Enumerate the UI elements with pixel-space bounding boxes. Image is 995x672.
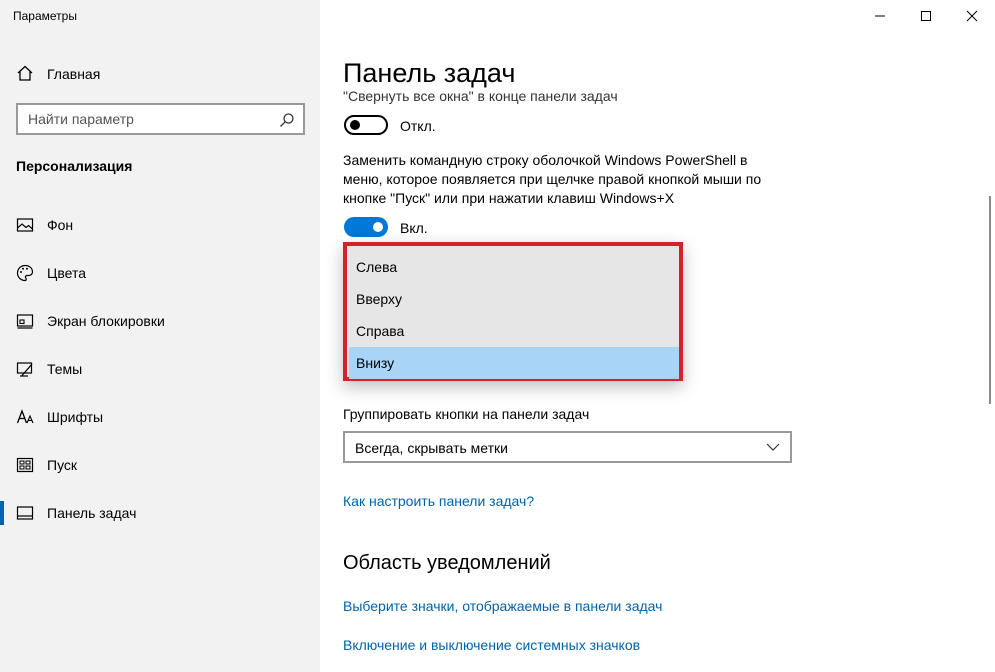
minimize-button[interactable]	[857, 0, 903, 32]
sidebar-item-start[interactable]: Пуск	[0, 445, 320, 485]
dropdown-option-bottom[interactable]: Внизу	[349, 347, 679, 379]
clipped-setting-label: "Свернуть все окна" в конце панели задач	[343, 88, 618, 104]
dropdown-option-left[interactable]: Слева	[347, 251, 679, 283]
lock-screen-icon	[16, 314, 34, 329]
start-icon	[16, 457, 34, 473]
sidebar-item-colors[interactable]: Цвета	[0, 253, 320, 293]
page-title: Панель задач	[343, 58, 516, 88]
toggle-state-label: Вкл.	[400, 220, 428, 236]
sidebar-item-label: Темы	[47, 361, 83, 377]
select-value: Всегда, скрывать метки	[355, 440, 508, 456]
sidebar: Параметры Главная Персонализация Фон Цве…	[0, 0, 320, 672]
group-buttons-label: Группировать кнопки на панели задач	[343, 406, 590, 422]
dropdown-option-top[interactable]: Вверху	[347, 283, 679, 315]
powershell-toggle[interactable]	[344, 217, 388, 237]
section-heading: Персонализация	[16, 158, 133, 174]
maximize-button[interactable]	[903, 0, 949, 32]
sidebar-item-lock-screen[interactable]: Экран блокировки	[0, 301, 320, 341]
search-input[interactable]	[28, 111, 268, 127]
sidebar-item-label: Экран блокировки	[47, 313, 165, 329]
picture-icon	[16, 218, 34, 232]
toggle-knob	[373, 222, 383, 232]
close-button[interactable]	[949, 0, 995, 32]
help-link[interactable]: Как настроить панели задач?	[343, 493, 534, 509]
taskbar-position-dropdown[interactable]: Слева Вверху Справа Внизу	[343, 242, 683, 381]
minimize-all-toggle[interactable]	[344, 115, 388, 135]
minimize-icon	[875, 15, 885, 17]
search-box[interactable]	[16, 103, 305, 135]
palette-icon	[16, 264, 34, 282]
select-icons-link[interactable]: Выберите значки, отображаемые в панели з…	[343, 598, 662, 614]
system-icons-link[interactable]: Включение и выключение системных значков	[343, 637, 640, 653]
sidebar-item-background[interactable]: Фон	[0, 205, 320, 245]
group-buttons-select[interactable]: Всегда, скрывать метки	[343, 431, 792, 463]
themes-icon	[16, 362, 33, 377]
chevron-down-icon	[766, 443, 780, 451]
toggle-knob	[350, 120, 360, 130]
fonts-icon	[16, 409, 34, 424]
sidebar-item-taskbar[interactable]: Панель задач	[0, 493, 320, 533]
search-icon[interactable]	[279, 112, 295, 128]
notifications-heading: Область уведомлений	[343, 552, 551, 574]
app-title: Параметры	[13, 9, 77, 23]
powershell-description: Заменить командную строку оболочкой Wind…	[343, 152, 762, 206]
sidebar-item-themes[interactable]: Темы	[0, 349, 320, 389]
sidebar-item-label: Цвета	[47, 265, 86, 281]
home-icon	[17, 65, 33, 81]
taskbar-icon	[16, 506, 34, 520]
sidebar-item-home[interactable]: Главная	[0, 58, 320, 88]
sidebar-item-label: Шрифты	[47, 409, 104, 425]
maximize-icon	[921, 11, 931, 21]
sidebar-item-label: Пуск	[47, 457, 78, 473]
sidebar-item-label: Фон	[47, 217, 74, 233]
close-icon	[966, 10, 978, 22]
sidebar-item-label: Панель задач	[47, 505, 137, 521]
dropdown-option-right[interactable]: Справа	[347, 315, 679, 347]
sidebar-item-fonts[interactable]: Шрифты	[0, 397, 320, 437]
sidebar-item-label: Главная	[47, 66, 101, 82]
toggle-state-label: Откл.	[400, 118, 436, 134]
scrollbar-thumb[interactable]	[989, 196, 991, 404]
